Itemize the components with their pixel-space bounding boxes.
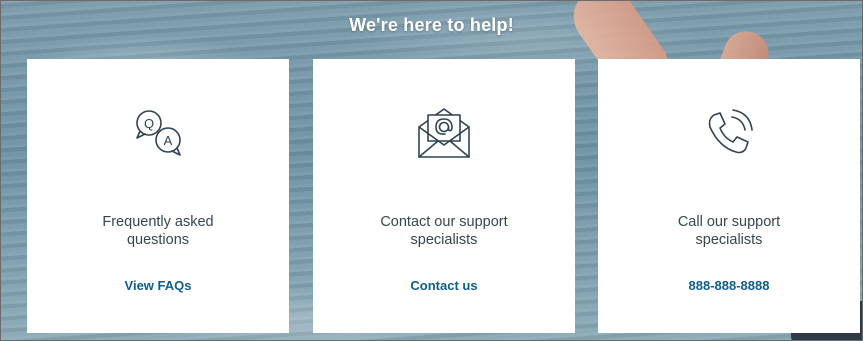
phone-icon bbox=[699, 103, 759, 163]
contact-card-title: Contact our support specialists bbox=[380, 214, 508, 248]
faq-card: Q A Frequently asked questions View FAQs bbox=[27, 59, 289, 333]
faq-chat-bubbles-icon: Q A bbox=[128, 103, 188, 163]
faq-card-title: Frequently asked questions bbox=[102, 214, 214, 248]
section-heading: We're here to help! bbox=[349, 15, 514, 35]
help-section: We're here to help! Q A Frequently asked… bbox=[0, 0, 863, 341]
call-card-title: Call our support specialists bbox=[677, 214, 781, 248]
phone-number-link[interactable]: 888-888-8888 bbox=[598, 278, 860, 293]
email-envelope-icon bbox=[414, 103, 474, 163]
contact-card: Contact our support specialists Contact … bbox=[313, 59, 575, 333]
contact-us-link[interactable]: Contact us bbox=[313, 278, 575, 293]
svg-text:Q: Q bbox=[144, 116, 154, 131]
view-faqs-link[interactable]: View FAQs bbox=[27, 278, 289, 293]
call-card: Call our support specialists 888-888-888… bbox=[598, 59, 860, 333]
svg-text:A: A bbox=[164, 133, 173, 148]
